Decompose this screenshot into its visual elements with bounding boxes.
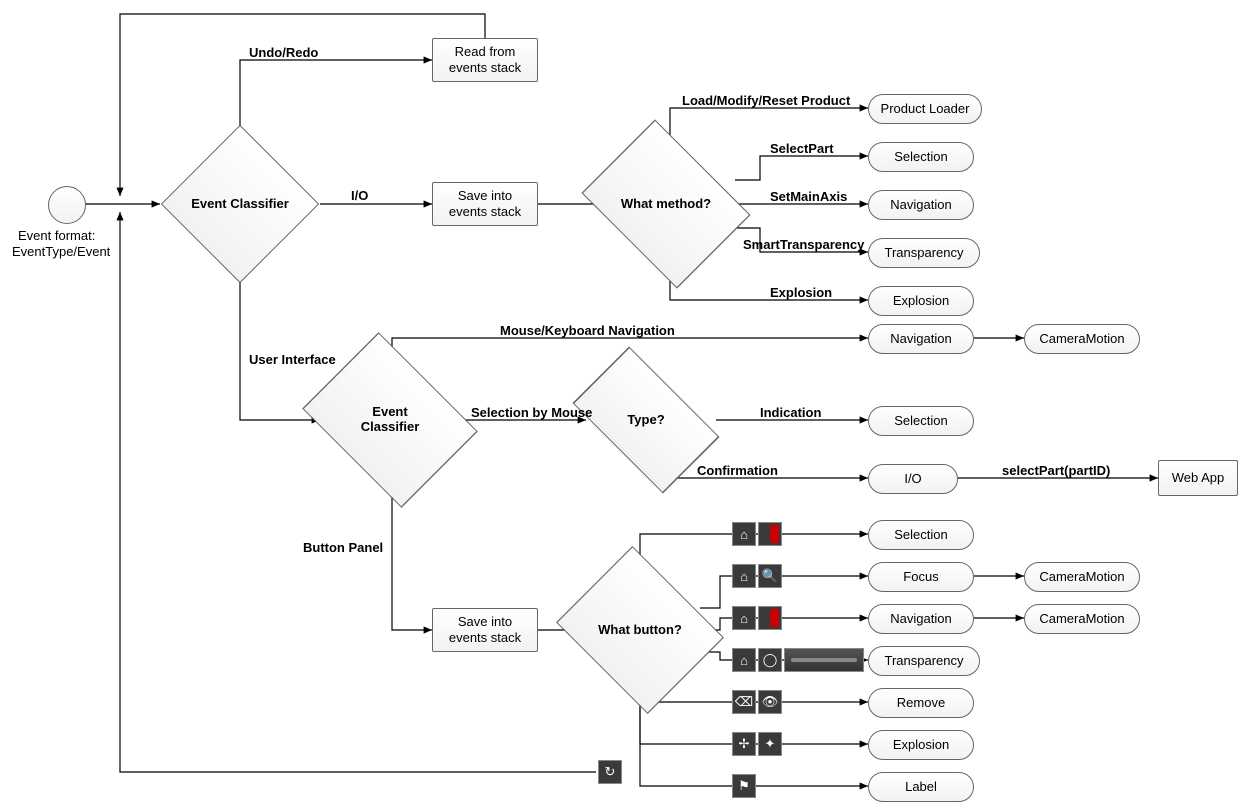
- pill-selection-3: Selection: [868, 520, 974, 550]
- explode-out-icon: ✢: [732, 732, 756, 756]
- edge-selection-by-mouse: Selection by Mouse: [471, 405, 592, 420]
- edge-indication: Indication: [760, 405, 821, 420]
- edge-undo-redo: Undo/Redo: [249, 45, 318, 60]
- pill-camera-motion-3: CameraMotion: [1024, 604, 1140, 634]
- edge-mouse-key-nav: Mouse/Keyboard Navigation: [500, 323, 675, 338]
- edge-io: I/O: [351, 188, 368, 203]
- pill-navigation-2: Navigation: [868, 324, 974, 354]
- pill-explosion: Explosion: [868, 286, 974, 316]
- edge-explosion: Explosion: [770, 285, 832, 300]
- explode-in-icon: ✦: [758, 732, 782, 756]
- home-icon: ⌂: [732, 648, 756, 672]
- event-classifier-2: Event Classifier: [336, 366, 444, 474]
- pill-label: Label: [868, 772, 974, 802]
- pill-navigation: Navigation: [868, 190, 974, 220]
- start-node: [48, 186, 86, 224]
- type-decision: Type?: [606, 380, 686, 460]
- pill-camera-motion-1: CameraMotion: [1024, 324, 1140, 354]
- pill-explosion-2: Explosion: [868, 730, 974, 760]
- eye-icon: 👁: [758, 690, 782, 714]
- pill-focus: Focus: [868, 562, 974, 592]
- reset-icon: ↻: [598, 760, 622, 784]
- sphere-icon: ◯: [758, 648, 782, 672]
- transparency-slider-icon: [784, 648, 864, 672]
- flag-icon: ⚑: [732, 774, 756, 798]
- pill-navigation-3: Navigation: [868, 604, 974, 634]
- what-button-decision: What button?: [586, 576, 694, 684]
- edge-select-part: SelectPart: [770, 141, 834, 156]
- pill-transparency: Transparency: [868, 238, 980, 268]
- edge-user-interface: User Interface: [249, 352, 336, 367]
- axis-icon: [758, 606, 782, 630]
- pill-transparency-2: Transparency: [868, 646, 980, 676]
- clear-selection-icon: [758, 522, 782, 546]
- home-icon: ⌂: [732, 522, 756, 546]
- erase-icon: ⌫: [732, 690, 756, 714]
- edge-button-panel: Button Panel: [303, 540, 383, 555]
- edge-confirmation: Confirmation: [697, 463, 778, 478]
- pill-product-loader: Product Loader: [868, 94, 982, 124]
- home-icon: ⌂: [732, 564, 756, 588]
- start-label-1: Event format:: [18, 228, 95, 243]
- pill-selection: Selection: [868, 142, 974, 172]
- home-icon: ⌂: [732, 606, 756, 630]
- edge-select-part-call: selectPart(partID): [1002, 463, 1110, 478]
- pill-remove: Remove: [868, 688, 974, 718]
- save-into-events-stack-2: Save into events stack: [432, 608, 538, 652]
- read-from-events-stack: Read from events stack: [432, 38, 538, 82]
- edge-load-modify: Load/Modify/Reset Product: [682, 93, 850, 108]
- pill-camera-motion-2: CameraMotion: [1024, 562, 1140, 592]
- pill-io: I/O: [868, 464, 958, 494]
- save-into-events-stack-1: Save into events stack: [432, 182, 538, 226]
- flowchart-canvas: Event format: EventType/Event Event Clas…: [0, 0, 1251, 799]
- edge-smart-transparency: SmartTransparency: [743, 237, 864, 252]
- start-label-2: EventType/Event: [12, 244, 110, 259]
- zoom-icon: 🔍: [758, 564, 782, 588]
- edge-set-main-axis: SetMainAxis: [770, 189, 847, 204]
- event-classifier-1: Event Classifier: [184, 148, 296, 260]
- web-app-box: Web App: [1158, 460, 1238, 496]
- what-method-decision: What method?: [614, 152, 718, 256]
- pill-selection-2: Selection: [868, 406, 974, 436]
